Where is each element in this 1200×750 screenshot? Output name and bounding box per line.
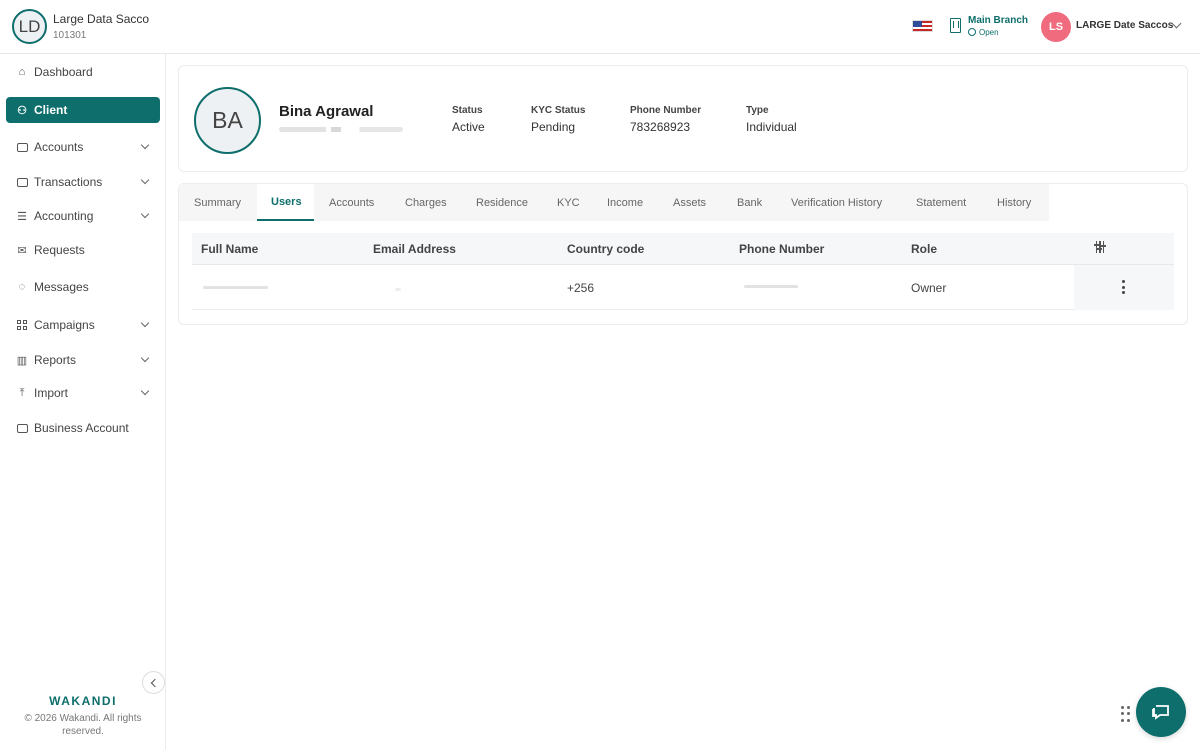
- org-code: 101301: [53, 30, 87, 41]
- cell-role: Owner: [911, 281, 947, 295]
- column-settings-icon[interactable]: [1094, 241, 1106, 253]
- column-header-full-name[interactable]: Full Name: [201, 242, 258, 256]
- chevron-down-icon: [140, 209, 150, 219]
- branch-status-label: Open: [979, 28, 999, 37]
- sidebar-item-campaigns[interactable]: Campaigns: [6, 312, 160, 338]
- chat-support-button[interactable]: [1136, 687, 1186, 737]
- tab-kyc[interactable]: KYC: [557, 197, 580, 209]
- type-value: Individual: [746, 120, 797, 134]
- chevron-down-icon: [140, 175, 150, 185]
- sidebar-item-label: Dashboard: [34, 65, 93, 79]
- sidebar-item-label: Business Account: [34, 421, 129, 435]
- sidebar-item-label: Transactions: [34, 175, 103, 189]
- sidebar-item-label: Accounting: [34, 209, 94, 223]
- briefcase-icon: [16, 141, 28, 153]
- sidebar-item-client[interactable]: ⚇ Client: [6, 97, 160, 123]
- sidebar-item-accounting[interactable]: ☰ Accounting: [6, 203, 160, 229]
- branch-name[interactable]: Main Branch: [968, 15, 1028, 26]
- tab-summary[interactable]: Summary: [194, 197, 241, 209]
- kyc-status-label: KYC Status: [531, 105, 586, 116]
- column-header-phone-number[interactable]: Phone Number: [739, 242, 824, 256]
- sidebar-item-label: Campaigns: [34, 318, 95, 332]
- sidebar-item-accounts[interactable]: Accounts: [6, 134, 160, 160]
- tab-assets[interactable]: Assets: [673, 197, 706, 209]
- chat-icon: [1152, 705, 1169, 720]
- phone-number-value: 783268923: [630, 120, 691, 134]
- sidebar-item-business-account[interactable]: Business Account: [6, 415, 160, 441]
- sidebar-item-requests[interactable]: ✉ Requests: [6, 237, 160, 263]
- chevron-down-icon: [140, 386, 150, 396]
- kyc-status-value: Pending: [531, 120, 576, 134]
- bar-chart-icon: ▥: [16, 354, 28, 367]
- table-header: [192, 233, 1174, 265]
- tab-verification-history[interactable]: Verification History: [791, 197, 882, 209]
- type-label: Type: [746, 105, 769, 116]
- phone-redacted: [744, 285, 798, 288]
- client-profile-card: BA Bina Agrawal: [178, 65, 1188, 172]
- table-row[interactable]: [192, 265, 1174, 310]
- sidebar-item-import[interactable]: ⤒ Import: [6, 380, 160, 406]
- drag-handle-icon[interactable]: [1121, 706, 1131, 722]
- more-options-icon[interactable]: [1122, 280, 1126, 294]
- org-avatar[interactable]: LD: [12, 9, 47, 44]
- building-icon: [950, 18, 961, 33]
- branch-status: Open: [968, 28, 999, 37]
- phone-number-label: Phone Number: [630, 105, 702, 116]
- chat-icon: ◌: [18, 281, 26, 293]
- tab-charges[interactable]: Charges: [405, 197, 447, 209]
- chevron-down-icon: [140, 353, 150, 363]
- sidebar-item-reports[interactable]: ▥ Reports: [6, 347, 160, 373]
- chevron-left-icon: [150, 678, 160, 687]
- chevron-down-icon: [140, 318, 150, 328]
- copyright-text: © 2026 Wakandi. All rights reserved.: [24, 713, 142, 737]
- full-name-redacted: [203, 286, 268, 289]
- tab-history[interactable]: History: [997, 197, 1031, 209]
- brand-logo: WAKANDI: [49, 694, 117, 708]
- sidebar-item-messages[interactable]: ◌ Messages: [6, 274, 160, 300]
- sidebar: ⌂ Dashboard ⚇ Client Accounts Transactio…: [0, 54, 166, 750]
- sidebar-item-label: Accounts: [34, 140, 84, 154]
- column-header-country-code[interactable]: Country code: [567, 242, 644, 256]
- mail-icon: ✉: [17, 244, 27, 257]
- client-icon: ⚇: [17, 104, 27, 117]
- grid-icon: [16, 319, 28, 331]
- client-subtitle-redacted: [279, 127, 403, 132]
- tab-statement[interactable]: Statement: [916, 197, 966, 209]
- sidebar-item-label: Requests: [34, 243, 85, 257]
- chevron-down-icon: [140, 140, 150, 150]
- us-flag-icon[interactable]: [912, 20, 933, 32]
- email-redacted: [395, 288, 401, 291]
- tab-accounts[interactable]: Accounts: [329, 197, 374, 209]
- sidebar-item-label: Reports: [34, 353, 77, 367]
- money-icon: [16, 176, 28, 188]
- briefcase-icon: [16, 422, 28, 434]
- status-label: Status: [452, 105, 483, 116]
- status-value: Active: [452, 120, 485, 134]
- sidebar-item-transactions[interactable]: Transactions: [6, 169, 160, 195]
- column-header-email[interactable]: Email Address: [373, 242, 456, 256]
- column-header-role[interactable]: Role: [911, 242, 937, 256]
- sidebar-item-dashboard[interactable]: ⌂ Dashboard: [6, 59, 160, 85]
- sidebar-collapse-button[interactable]: [142, 671, 165, 694]
- sidebar-item-label: Messages: [34, 280, 89, 294]
- tab-residence[interactable]: Residence: [476, 197, 528, 209]
- tab-users[interactable]: Users: [271, 196, 302, 208]
- cell-country-code: +256: [567, 281, 595, 295]
- sidebar-item-label: Import: [34, 386, 69, 400]
- tab-income[interactable]: Income: [607, 197, 643, 209]
- upload-icon: ⤒: [19, 386, 25, 399]
- top-header: LD Large Data Sacco 101301 Main Branch O…: [0, 0, 1200, 54]
- org-name: Large Data Sacco: [53, 12, 150, 26]
- user-name[interactable]: LARGE Date Saccos: [1076, 20, 1173, 31]
- home-icon: ⌂: [18, 66, 26, 78]
- client-name: Bina Agrawal: [279, 103, 374, 120]
- ledger-icon: ☰: [17, 210, 27, 223]
- tab-bank[interactable]: Bank: [737, 197, 762, 209]
- client-avatar: BA: [194, 87, 261, 154]
- sidebar-item-label: Client: [34, 103, 68, 117]
- user-avatar[interactable]: LS: [1041, 12, 1071, 42]
- check-circle-icon: [968, 28, 976, 36]
